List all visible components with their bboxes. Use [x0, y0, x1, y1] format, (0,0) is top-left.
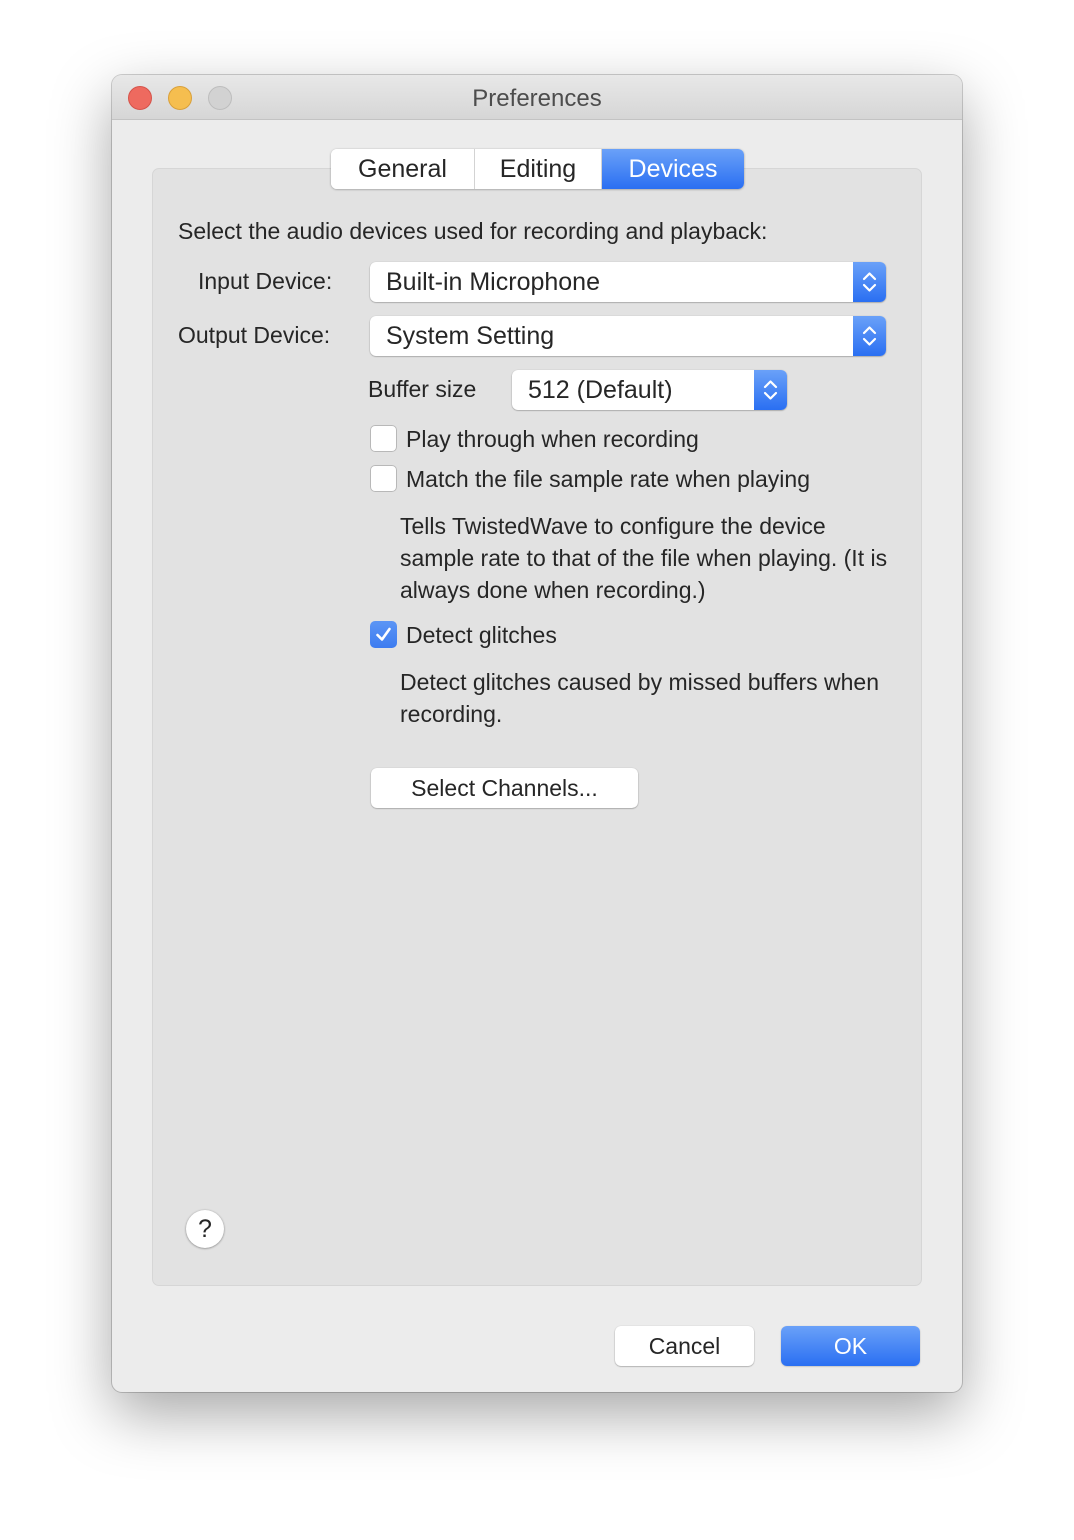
tab-devices[interactable]: Devices	[602, 149, 744, 189]
detect-glitches-description: Detect glitches caused by missed buffers…	[400, 669, 879, 727]
match-sample-rate-label[interactable]: Match the file sample rate when playing	[406, 466, 810, 493]
input-device-label: Input Device:	[198, 268, 333, 294]
checkmark-icon	[376, 627, 391, 641]
input-device-popup[interactable]: Built-in Microphone	[370, 262, 886, 302]
play-through-checkbox[interactable]	[370, 425, 397, 452]
output-device-label: Output Device:	[178, 322, 331, 348]
cancel-button[interactable]: Cancel	[615, 1326, 754, 1366]
buffer-size-value: 512 (Default)	[528, 376, 673, 404]
detect-glitches-checkbox[interactable]	[370, 621, 397, 648]
output-device-value: System Setting	[386, 322, 555, 350]
question-mark-icon: ?	[198, 1215, 212, 1243]
match-sample-rate-checkbox[interactable]	[370, 465, 397, 492]
play-through-label[interactable]: Play through when recording	[406, 426, 699, 453]
window-title: Preferences	[472, 85, 602, 112]
ok-button[interactable]: OK	[781, 1326, 920, 1366]
buffer-size-popup[interactable]: 512 (Default)	[512, 370, 787, 410]
up-down-chevron-icon	[853, 262, 886, 302]
buffer-size-label: Buffer size	[368, 376, 477, 402]
preferences-window: Preferences General Editing Devices Sele…	[112, 75, 962, 1392]
detect-glitches-label[interactable]: Detect glitches	[406, 622, 557, 649]
up-down-chevron-icon	[754, 370, 787, 410]
tab-editing[interactable]: Editing	[475, 149, 602, 189]
input-device-value: Built-in Microphone	[386, 268, 600, 296]
devices-intro-text: Select the audio devices used for record…	[178, 218, 768, 244]
output-device-popup[interactable]: System Setting	[370, 316, 886, 356]
title-bar[interactable]: Preferences	[112, 75, 962, 120]
tab-bar: General Editing Devices	[331, 149, 744, 189]
select-channels-button[interactable]: Select Channels...	[371, 768, 638, 808]
up-down-chevron-icon	[853, 316, 886, 356]
match-sample-rate-description: Tells TwistedWave to configure the devic…	[400, 513, 888, 603]
tab-general[interactable]: General	[331, 149, 475, 189]
help-button[interactable]: ?	[186, 1210, 224, 1248]
